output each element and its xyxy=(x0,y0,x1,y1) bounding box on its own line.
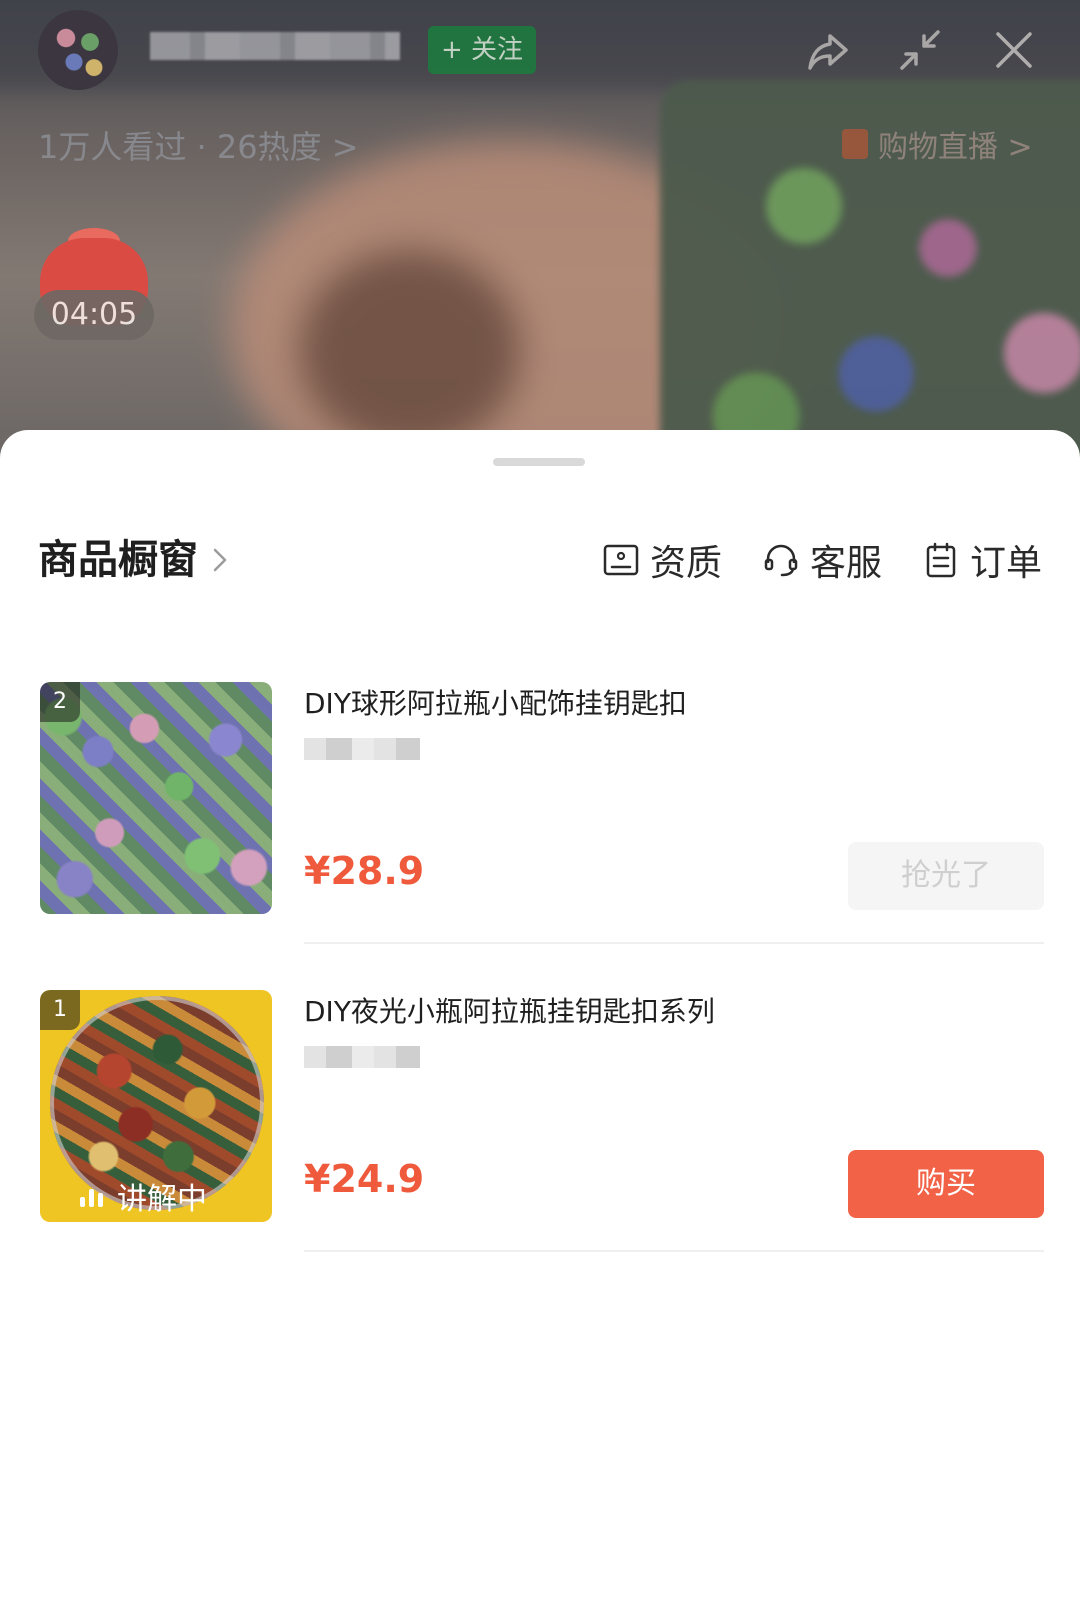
showcase-title[interactable]: 商品橱窗 xyxy=(38,530,198,590)
host-avatar[interactable] xyxy=(38,10,118,90)
viewer-stats[interactable]: 1万人看过 · 26热度 > xyxy=(38,122,359,168)
product-title[interactable]: DIY球形阿拉瓶小配饰挂钥匙扣 xyxy=(304,684,687,724)
customer-service-label: 客服 xyxy=(809,543,882,584)
video-background xyxy=(300,250,520,450)
qualification-button[interactable]: 资质 xyxy=(602,534,722,586)
shrink-icon[interactable] xyxy=(896,26,944,74)
follow-button[interactable]: + 关注 xyxy=(428,26,536,74)
explaining-badge: 讲解中 xyxy=(80,1174,207,1218)
sheet-drag-handle[interactable] xyxy=(493,458,585,466)
product-showcase-sheet: 商品橱窗 资质 客服 订单 2 DIY球形阿拉瓶小配饰挂钥匙扣 ¥28.9 抢光… xyxy=(0,430,1080,1623)
red-bag-timer: 04:05 xyxy=(34,290,154,340)
divider xyxy=(304,1250,1044,1252)
product-item[interactable]: 2 DIY球形阿拉瓶小配饰挂钥匙扣 ¥28.9 抢光了 xyxy=(40,682,1044,944)
product-thumbnail[interactable]: 1 讲解中 xyxy=(40,990,272,1222)
buy-button[interactable]: 购买 xyxy=(848,1150,1044,1218)
certificate-icon xyxy=(603,544,639,576)
explaining-label: 讲解中 xyxy=(117,1182,207,1217)
rank-badge: 2 xyxy=(40,682,80,722)
shopping-bag-icon xyxy=(842,129,868,159)
share-icon[interactable] xyxy=(804,26,852,74)
close-icon[interactable] xyxy=(990,26,1038,74)
orders-label: 订单 xyxy=(969,543,1042,584)
shopping-live-label: 购物直播 > xyxy=(878,130,1033,165)
sold-out-button: 抢光了 xyxy=(848,842,1044,910)
chevron-right-icon[interactable] xyxy=(206,546,234,574)
product-price: ¥24.9 xyxy=(304,1157,425,1201)
audio-wave-icon xyxy=(80,1185,103,1207)
sheet-header: 商品橱窗 资质 客服 订单 xyxy=(38,530,1042,590)
product-thumbnail[interactable]: 2 xyxy=(40,682,272,914)
host-name-redacted xyxy=(150,32,400,60)
shopping-live-link[interactable]: 购物直播 > xyxy=(842,122,1033,166)
orders-button[interactable]: 订单 xyxy=(922,534,1042,586)
product-subtitle-redacted xyxy=(304,738,420,760)
product-title[interactable]: DIY夜光小瓶阿拉瓶挂钥匙扣系列 xyxy=(304,992,715,1032)
product-subtitle-redacted xyxy=(304,1046,420,1068)
product-price: ¥28.9 xyxy=(304,849,425,893)
rank-badge: 1 xyxy=(40,990,80,1030)
clipboard-icon xyxy=(926,542,956,578)
header-actions: 资质 客服 订单 xyxy=(602,530,1042,590)
live-video[interactable]: + 关注 1万人看过 · 26热度 > 购物直播 > 04:05 xyxy=(0,0,1080,460)
product-item[interactable]: 1 讲解中 DIY夜光小瓶阿拉瓶挂钥匙扣系列 ¥24.9 购买 xyxy=(40,990,1044,1252)
customer-service-button[interactable]: 客服 xyxy=(762,534,882,586)
divider xyxy=(304,942,1044,944)
headset-icon xyxy=(764,544,798,577)
qualification-label: 资质 xyxy=(649,543,722,584)
